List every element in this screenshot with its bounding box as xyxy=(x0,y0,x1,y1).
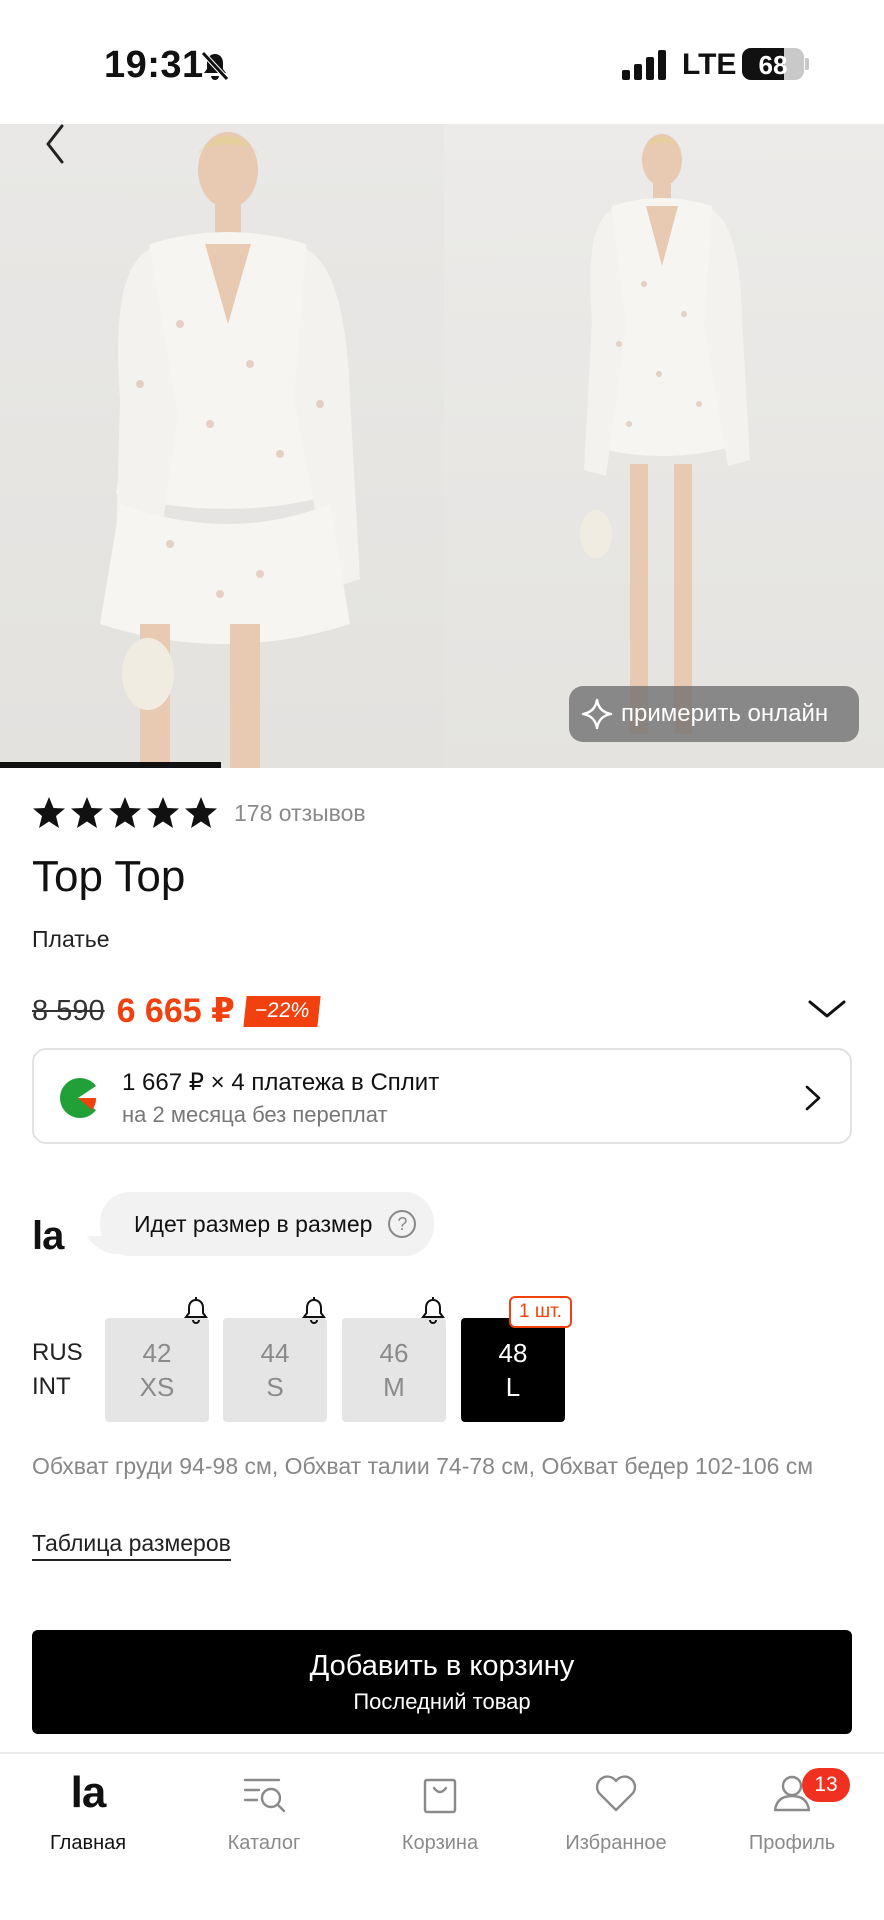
size-int: XS xyxy=(139,1372,175,1402)
sparkle-icon xyxy=(581,698,613,730)
add-to-cart-button[interactable]: Добавить в корзину Последний товар xyxy=(32,1630,852,1734)
size-int: S xyxy=(266,1372,284,1402)
fit-bubble[interactable]: Идет размер в размер ? xyxy=(100,1192,435,1256)
notify-bell-icon[interactable] xyxy=(418,1296,448,1326)
fit-text: Идет размер в размер xyxy=(134,1210,373,1237)
split-title: 1 667 ₽ × 4 платежа в Сплит xyxy=(122,1069,440,1096)
star-icon xyxy=(147,797,179,828)
size-table-link[interactable]: Таблица размеров xyxy=(32,1530,231,1561)
size-rus: 48 xyxy=(498,1338,528,1368)
tab-catalog[interactable]: Каталог xyxy=(176,1768,352,1855)
chevron-right-icon xyxy=(805,1085,821,1111)
star-icon xyxy=(109,797,141,828)
size-system-int: INT xyxy=(32,1373,71,1400)
la-logo-icon: la xyxy=(70,1768,107,1817)
try-on-label: примерить онлайн xyxy=(621,700,829,727)
tab-label: Профиль xyxy=(748,1832,836,1854)
size-systems: RUS INT xyxy=(32,1336,83,1404)
gallery-progress-indicator xyxy=(0,762,221,768)
price-row: 8 590 6 665 ₽ −22% xyxy=(32,990,321,1032)
size-rus: 42 xyxy=(142,1338,172,1368)
tab-label: Каталог xyxy=(227,1832,301,1854)
tab-home[interactable]: la Главная xyxy=(0,1768,176,1855)
bell-muted-icon xyxy=(201,51,229,81)
network-type: LTE xyxy=(682,48,737,81)
size-int: M xyxy=(383,1372,405,1402)
bottom-tab-bar: la Главная Каталог Корзина Избранное Про… xyxy=(0,1752,884,1920)
product-brand[interactable]: Top Top xyxy=(32,852,185,902)
battery-icon: 68 xyxy=(742,48,804,80)
notify-bell-icon[interactable] xyxy=(181,1296,211,1326)
size-option-42[interactable]: 42 XS xyxy=(105,1297,209,1422)
size-measurements: Обхват груди 94-98 см, Обхват талии 74-7… xyxy=(32,1453,814,1479)
size-option-48-selected[interactable]: 48 L 1 шт. xyxy=(461,1296,572,1422)
tab-cart[interactable]: Корзина xyxy=(352,1768,528,1855)
reviews-count[interactable]: 178 отзывов xyxy=(234,800,366,827)
tab-label: Избранное xyxy=(565,1832,667,1854)
add-to-cart-label: Добавить в корзину xyxy=(309,1650,575,1682)
fit-hint: la Идет размер в размер ? xyxy=(32,1192,462,1270)
back-arrow-icon[interactable] xyxy=(38,124,74,164)
size-rus: 46 xyxy=(379,1338,409,1368)
star-icon xyxy=(33,797,65,828)
tab-profile[interactable]: Профиль 13 xyxy=(704,1768,880,1855)
tab-favorites[interactable]: Избранное xyxy=(528,1768,704,1855)
old-price: 8 590 xyxy=(32,994,105,1027)
status-bar: 19:31 LTE 68 xyxy=(0,0,884,124)
heart-icon xyxy=(595,1775,637,1812)
tab-label: Главная xyxy=(49,1832,127,1854)
split-logo-icon xyxy=(60,1078,97,1118)
current-price: 6 665 ₽ xyxy=(116,992,235,1030)
discount-badge: −22% xyxy=(243,995,321,1027)
add-to-cart-sublabel: Последний товар xyxy=(353,1689,531,1714)
size-option-44[interactable]: 44 S xyxy=(223,1297,327,1422)
size-int: L xyxy=(505,1372,521,1402)
product-photo-front[interactable] xyxy=(0,124,444,768)
product-category: Платье xyxy=(32,926,110,952)
stock-badge: 1 шт. xyxy=(509,1296,572,1328)
size-rus: 44 xyxy=(260,1338,290,1368)
rating-row[interactable]: 178 отзывов xyxy=(32,796,366,830)
tab-label: Корзина xyxy=(401,1832,479,1854)
star-icon xyxy=(185,797,217,828)
rating-stars xyxy=(32,796,218,830)
battery-cap xyxy=(805,58,809,70)
size-system-rus: RUS xyxy=(32,1339,83,1366)
star-icon xyxy=(71,797,103,828)
split-subtitle: на 2 месяца без переплат xyxy=(122,1102,388,1127)
battery-level: 68 xyxy=(758,50,788,80)
cellular-signal-icon xyxy=(622,50,666,80)
product-photo-full[interactable] xyxy=(444,124,884,768)
help-icon[interactable]: ? xyxy=(388,1210,417,1238)
status-time: 19:31 xyxy=(104,44,204,86)
notify-bell-icon[interactable] xyxy=(299,1296,329,1326)
product-gallery[interactable]: примерить онлайн xyxy=(0,124,884,768)
shopping-bag-icon xyxy=(423,1778,457,1814)
size-option-46[interactable]: 46 M xyxy=(342,1297,446,1422)
notification-badge: 13 xyxy=(802,1768,850,1802)
chevron-down-icon[interactable] xyxy=(808,998,846,1022)
catalog-search-icon xyxy=(243,1778,286,1813)
try-on-online-button[interactable]: примерить онлайн xyxy=(569,686,859,742)
split-payment-card[interactable]: 1 667 ₽ × 4 платежа в Сплит на 2 месяца … xyxy=(32,1048,852,1144)
la-logo: la xyxy=(32,1214,64,1258)
